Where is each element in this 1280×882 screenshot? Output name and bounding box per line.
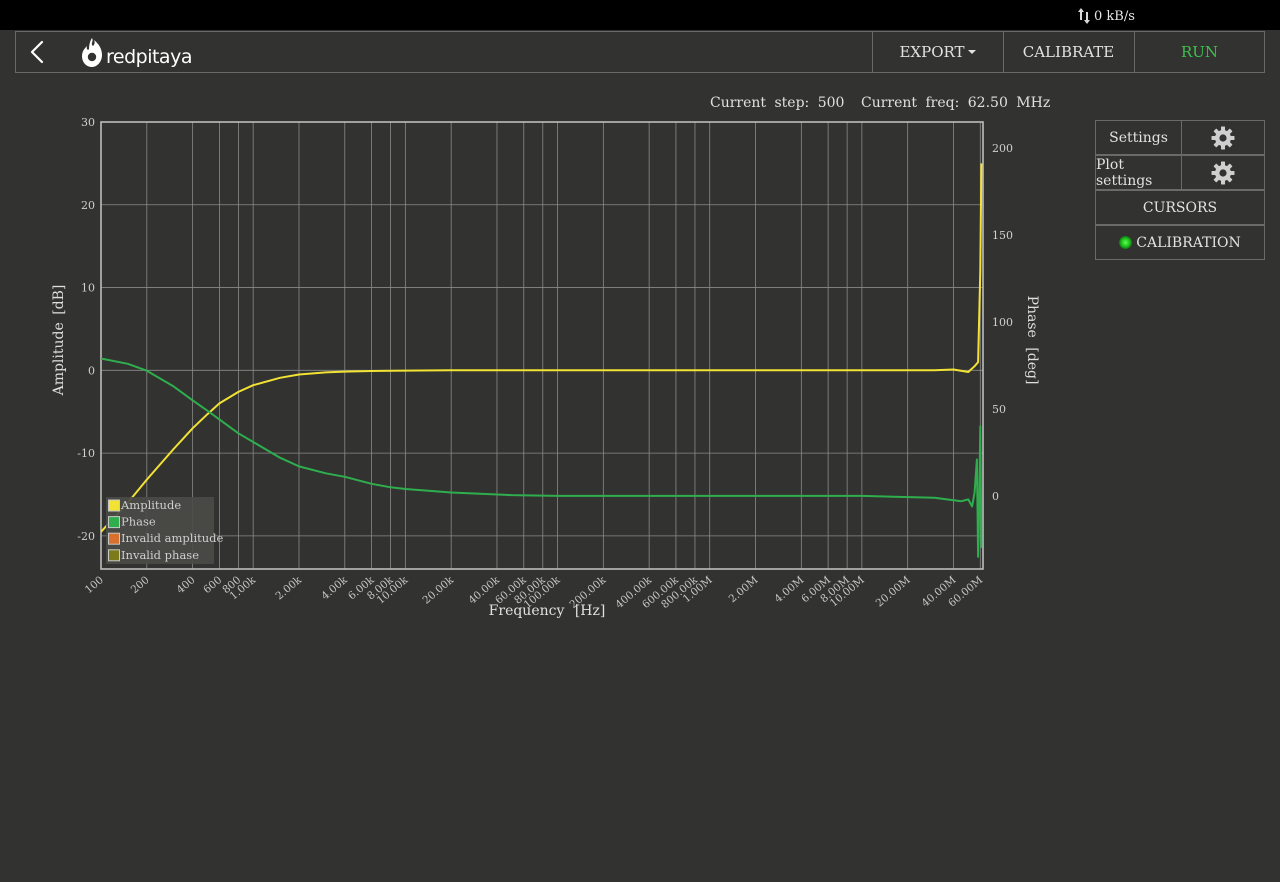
plot-settings-row: Plot settings xyxy=(1095,155,1265,190)
y-axis-title: Amplitude [dB] xyxy=(51,285,67,397)
network-rate: 0 kB/s xyxy=(1077,7,1135,25)
x-tick-label: 400 xyxy=(174,574,197,596)
x-tick-label: 4.00k xyxy=(319,574,350,603)
y-tick-label: -20 xyxy=(77,530,95,543)
y2-tick-label: 0 xyxy=(992,490,999,503)
legend-swatch xyxy=(108,516,120,529)
y2-tick-label: 50 xyxy=(992,403,1006,416)
legend-swatch xyxy=(108,499,120,512)
y-tick-label: 20 xyxy=(81,199,95,212)
x-tick-label: 2.00k xyxy=(273,574,304,603)
y-tick-label: 10 xyxy=(81,282,95,295)
plot-settings-button[interactable]: Plot settings xyxy=(1096,156,1182,189)
network-rate-text: 0 kB/s xyxy=(1094,8,1135,24)
x-tick-label: 2.00M xyxy=(727,574,761,605)
plot-frame xyxy=(100,121,984,570)
plot-settings-label: Plot settings xyxy=(1096,156,1153,189)
legend-label: Phase xyxy=(121,515,156,529)
legend-swatch xyxy=(108,549,120,562)
y2-tick-label: 150 xyxy=(992,229,1013,242)
settings-gear-button[interactable] xyxy=(1181,121,1264,154)
x-tick-label: 600 xyxy=(201,574,224,596)
legend-label: Amplitude xyxy=(120,498,181,512)
y-tick-label: 0 xyxy=(88,364,95,377)
series-amplitude-line xyxy=(100,163,983,533)
calibration-button[interactable]: CALIBRATION xyxy=(1095,225,1265,260)
series-phase-line xyxy=(100,357,983,558)
bode-plot[interactable]: 3020100-10-20200150100500100 200 400 600800… xyxy=(0,0,1060,640)
transfer-arrows-icon xyxy=(1078,8,1090,24)
y2-tick-label: 100 xyxy=(992,316,1013,329)
x-axis-title: Frequency [Hz] xyxy=(489,603,606,619)
y2-tick-label: 200 xyxy=(992,142,1013,155)
settings-row: Settings xyxy=(1095,120,1265,155)
y-tick-label: 30 xyxy=(81,116,95,129)
legend-label: Invalid amplitude xyxy=(121,531,224,545)
x-tick-label: 100 xyxy=(83,574,106,596)
cursors-button[interactable]: CURSORS xyxy=(1095,190,1265,225)
run-button[interactable]: RUN xyxy=(1134,32,1264,72)
gear-icon xyxy=(1211,161,1234,184)
calibration-label: CALIBRATION xyxy=(1136,234,1241,251)
settings-button[interactable]: Settings xyxy=(1096,121,1182,154)
run-label: RUN xyxy=(1180,43,1219,61)
cursors-label: CURSORS xyxy=(1142,199,1218,216)
settings-label: Settings xyxy=(1109,129,1168,146)
x-tick-label: 4.00M xyxy=(772,574,806,605)
plot-settings-gear-button[interactable] xyxy=(1181,156,1264,189)
legend-swatch xyxy=(108,532,120,545)
y2-axis-title: Phase [deg] xyxy=(1024,296,1040,385)
x-tick-label: 20.00M xyxy=(874,574,913,610)
y-tick-label: -10 xyxy=(77,447,95,460)
x-tick-label: 20.00k xyxy=(420,574,456,607)
x-tick-label: 200 xyxy=(129,574,152,596)
legend-label: Invalid phase xyxy=(121,548,199,562)
gear-icon xyxy=(1211,126,1234,149)
calibration-status-led-icon xyxy=(1119,236,1133,249)
